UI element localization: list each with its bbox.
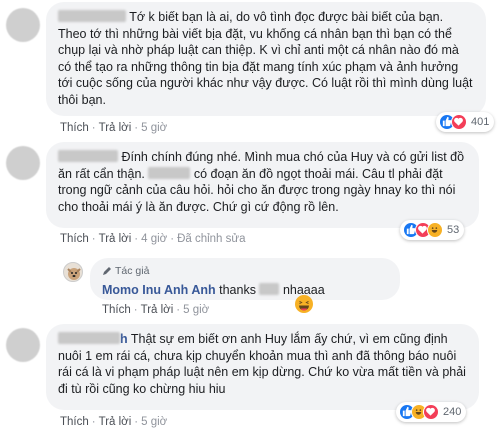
comment-bubble: h Thật sự em biết ơn anh Huy lắm ấy chứ,… <box>46 324 479 410</box>
comment-actions: Thích · Trả lời · 5 giờ <box>102 304 210 316</box>
avatar[interactable] <box>6 146 40 180</box>
avatar[interactable] <box>6 8 40 42</box>
pen-icon <box>103 267 111 276</box>
comment-actions: Thích · Trả lời · 5 giờ <box>60 122 168 134</box>
author-avatar[interactable] <box>63 262 83 282</box>
author-tag: Tác giả <box>102 263 388 280</box>
like-button[interactable]: Thích <box>102 304 131 316</box>
comment-4: h Thật sự em biết ơn anh Huy lắm ấy chứ,… <box>0 322 499 430</box>
love-reaction-icon <box>423 404 439 420</box>
comment-bubble: Đính chính đúng nhé. Mình mua chó của Hu… <box>46 142 479 228</box>
timestamp[interactable]: 4 giờ <box>141 233 167 245</box>
reply-button[interactable]: Trả lời <box>99 416 132 428</box>
reply-button[interactable]: Trả lời <box>141 304 174 316</box>
reaction-count: 240 <box>443 406 462 418</box>
comment-text: Tớ k biết bạn là ai, do vô tình đọc được… <box>58 10 473 107</box>
reaction-count: 53 <box>447 224 460 236</box>
laughing-emoji-icon <box>294 294 314 314</box>
commenter-name-blurred[interactable] <box>58 10 126 22</box>
reply-button[interactable]: Trả lời <box>99 233 132 245</box>
reaction-count: 401 <box>471 116 490 128</box>
reactions-summary[interactable]: 53 <box>400 220 465 240</box>
timestamp[interactable]: 5 giờ <box>141 122 167 134</box>
commenter-name-suffix[interactable]: h <box>120 332 128 346</box>
comment-actions: Thích · Trả lời · 4 giờ · Đã chỉnh sửa <box>60 233 246 245</box>
haha-reaction-icon <box>427 222 443 238</box>
comment-2: Đính chính đúng nhé. Mình mua chó của Hu… <box>0 140 499 260</box>
timestamp[interactable]: 5 giờ <box>183 304 209 316</box>
comment-bubble: Tớ k biết bạn là ai, do vô tình đọc được… <box>46 2 486 116</box>
author-name[interactable]: Momo Inu Anh Anh <box>102 283 216 297</box>
comment-1: Tớ k biết bạn là ai, do vô tình đọc được… <box>0 0 499 140</box>
reply-bubble: Tác giả Momo Inu Anh Anh thanks nhaaaa <box>90 258 400 300</box>
like-button[interactable]: Thích <box>60 233 89 245</box>
redacted-text <box>148 166 191 179</box>
reply-button[interactable]: Trả lời <box>99 122 132 134</box>
reactions-summary[interactable]: 240 <box>396 402 467 422</box>
reply-text-before: thanks <box>219 282 256 297</box>
comment-actions: Thích · Trả lời · 5 giờ <box>60 416 168 428</box>
commenter-name-blurred[interactable] <box>58 150 118 162</box>
reactions-summary[interactable]: 401 <box>436 112 495 132</box>
commenter-name-blurred[interactable] <box>58 332 120 344</box>
avatar[interactable] <box>6 328 40 362</box>
author-tag-label: Tác giả <box>115 265 150 277</box>
like-button[interactable]: Thích <box>60 122 89 134</box>
love-reaction-icon <box>451 114 467 130</box>
timestamp[interactable]: 5 giờ <box>141 416 167 428</box>
edited-label[interactable]: Đã chỉnh sửa <box>177 233 245 245</box>
redacted-text <box>259 282 280 295</box>
dog-face-icon <box>67 268 81 280</box>
like-button[interactable]: Thích <box>60 416 89 428</box>
comment-3-author-reply: Tác giả Momo Inu Anh Anh thanks nhaaaa T… <box>0 258 499 318</box>
